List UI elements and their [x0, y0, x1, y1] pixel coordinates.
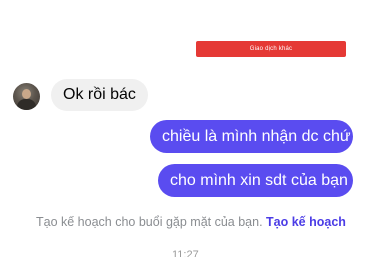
message-timestamp: 11:27 [172, 249, 199, 257]
avatar-shirt [17, 99, 36, 110]
chat-screen: Giao dịch khác Ok rồi bác chiều là mình … [0, 0, 374, 257]
avatar-face [22, 89, 31, 99]
plan-prompt: Tạo kế hoạch cho buổi gặp mặt của bạn. T… [36, 214, 346, 230]
avatar[interactable] [13, 83, 40, 110]
outgoing-message[interactable]: chiều là mình nhận dc chứ [150, 120, 353, 153]
other-transaction-button[interactable]: Giao dịch khác [196, 41, 346, 57]
create-plan-link[interactable]: Tạo kế hoạch [266, 215, 346, 229]
plan-prompt-text: Tạo kế hoạch cho buổi gặp mặt của bạn. [36, 215, 263, 229]
outgoing-message[interactable]: cho mình xin sdt của bạn [158, 164, 353, 197]
incoming-message[interactable]: Ok rồi bác [51, 79, 148, 111]
